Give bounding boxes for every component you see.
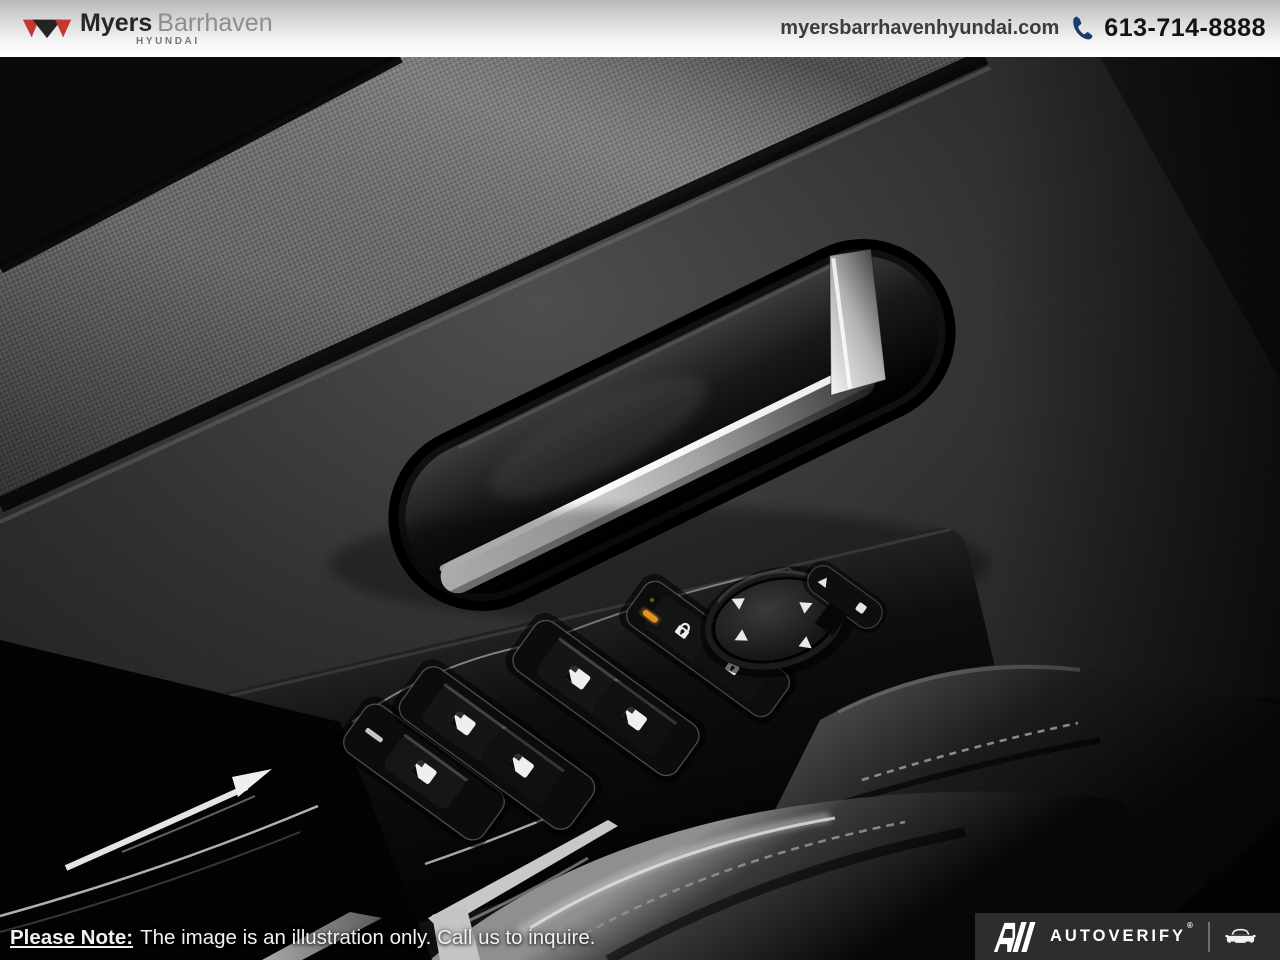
vehicle-photo: Please Note: The image is an illustration…: [0, 57, 1280, 960]
dealer-website: myersbarrhavenhyundai.com: [780, 17, 1059, 40]
disclaimer-text: The image is an illustration only. Call …: [140, 926, 595, 949]
dealer-logo: MyersBarrhaven HYUNDAI: [22, 11, 273, 47]
dealer-contact: myersbarrhavenhyundai.com 613-714-8888: [780, 14, 1266, 43]
myers-logo-emblem: [22, 15, 72, 42]
door-panel-illustration: [0, 57, 1280, 960]
phone-icon: [1068, 15, 1095, 42]
dealer-header: MyersBarrhaven HYUNDAI myersbarrhavenhyu…: [0, 0, 1280, 57]
registered-mark: ®: [1187, 921, 1196, 930]
disclaimer-note: Please Note: The image is an illustration…: [10, 926, 595, 950]
dealer-vehicle-photo-card: MyersBarrhaven HYUNDAI myersbarrhavenhyu…: [0, 0, 1280, 960]
dealer-name-second: Barrhaven: [157, 9, 272, 37]
autoverify-brand: AUTOVERIFY®: [1050, 927, 1195, 946]
divider: [1208, 922, 1210, 952]
autoverify-logo-icon: [993, 920, 1039, 954]
dealer-phone: 613-714-8888: [1104, 14, 1266, 43]
dealer-name-first: Myers: [80, 9, 152, 37]
car-icon: [1225, 925, 1256, 948]
dealer-logo-text: MyersBarrhaven HYUNDAI: [80, 11, 273, 47]
autoverify-bar: AUTOVERIFY®: [975, 913, 1280, 960]
disclaimer-label: Please Note:: [10, 926, 133, 949]
dealer-brand: HYUNDAI: [136, 37, 273, 47]
